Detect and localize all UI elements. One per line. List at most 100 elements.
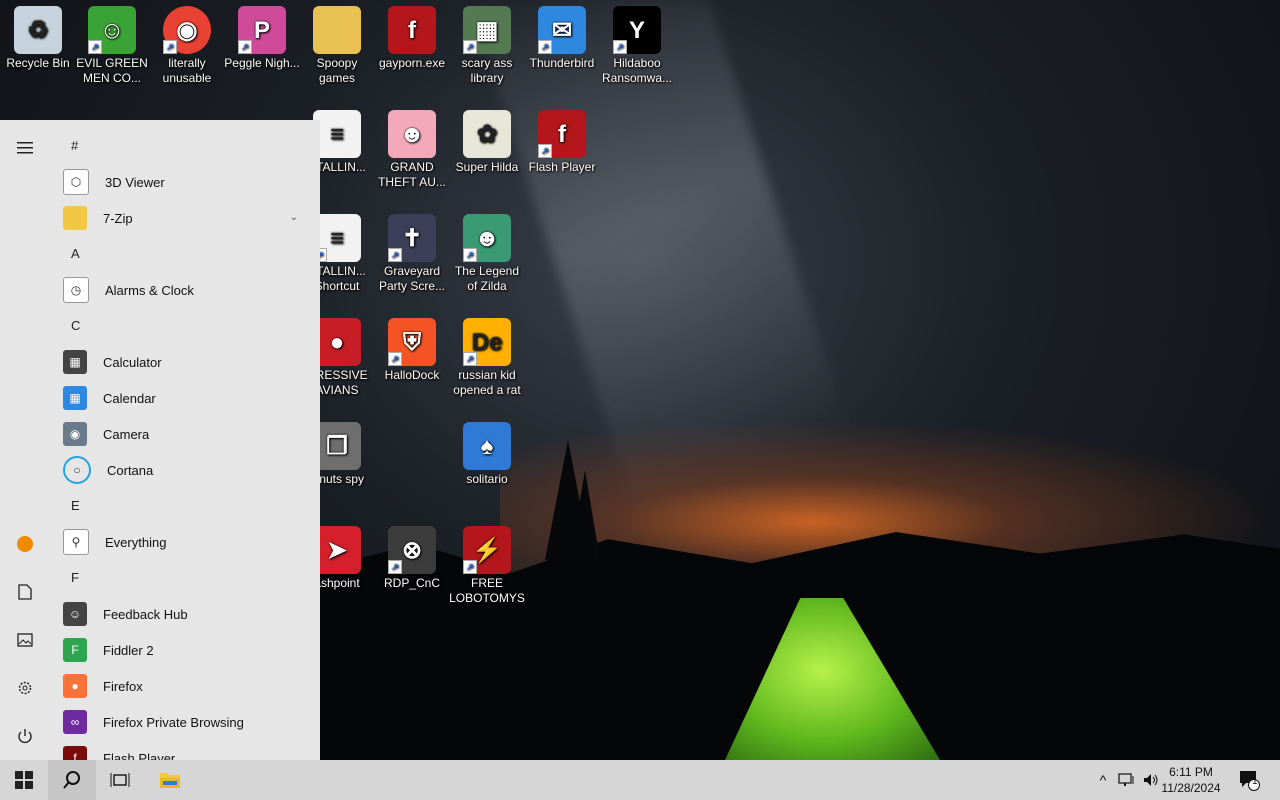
app-list-item[interactable]: ∞ Firefox Private Browsing [56, 704, 320, 740]
firefox-private-icon: ∞ [63, 710, 87, 734]
desktop-icon[interactable]: ♠ solitario [449, 416, 525, 487]
app-list-item[interactable]: ⚲ Everything [56, 524, 320, 560]
desktop-icon[interactable]: ♻ Recycle Bin [0, 0, 76, 71]
desktop-icon-label: Super Hilda [455, 160, 519, 174]
system-clock[interactable]: 6:11 PM 11/28/2024 [1156, 764, 1226, 796]
desktop-icon[interactable]: ✿ Super Hilda [449, 104, 525, 175]
section-letter-c[interactable]: C [56, 308, 320, 344]
desktop-icon[interactable]: Y ↗ Hildaboo Ransomwa... [599, 0, 675, 86]
show-hidden-icons-button[interactable]: ^ [1094, 760, 1112, 800]
shield-icon: ⛨ ↗ [388, 318, 436, 366]
desktop-icon[interactable]: ⚡ ↗ FREE LOBOTOMYS [449, 520, 525, 606]
network-icon[interactable] [1116, 760, 1138, 800]
text-file-icon: ≡↗ [313, 214, 361, 262]
pictures-icon[interactable] [13, 628, 37, 652]
desktop-icon[interactable]: De ↗ russian kid opened a rat [449, 312, 525, 398]
desktop-icon[interactable]: ☻ ↗ The Legend of Zilda [449, 208, 525, 294]
angry-bird-icon: ● [313, 318, 361, 366]
file-explorer-button[interactable] [146, 760, 194, 800]
shortcut-arrow-icon: ↗ [538, 144, 552, 158]
start-app-list: # ⬡ 3D Viewer 7-Zip ⌄ A ◷ Alarms & Clock C ▦ Calcu… [56, 128, 320, 760]
chevron-down-icon[interactable]: ⌄ [290, 212, 298, 223]
app-label: Firefox [103, 678, 143, 694]
calendar-icon: ▦ [63, 386, 87, 410]
desktop-icon[interactable]: ◉ ↗ literally unusable [149, 0, 225, 86]
desktop-icon-label: RDP_CnC [383, 576, 440, 590]
peggle-icon: P ↗ [238, 6, 286, 54]
flash-icon: f [63, 746, 87, 760]
pixel-cat-icon: ✿ [463, 110, 511, 158]
app-list-item[interactable]: ☺ Feedback Hub [56, 596, 320, 632]
desktop-icon[interactable]: ▦ ↗ scary ass library [449, 0, 525, 86]
hamburger-menu-icon[interactable] [13, 136, 37, 160]
app-list-item[interactable]: ▦ Calculator [56, 344, 320, 380]
app-list-item[interactable]: F Fiddler 2 [56, 632, 320, 668]
clock-icon: ◷ [63, 277, 89, 303]
shortcut-arrow-icon: ↗ [388, 560, 402, 574]
app-list-item[interactable]: ⬡ 3D Viewer [56, 164, 320, 200]
app-list-item[interactable]: 7-Zip ⌄ [56, 200, 320, 236]
task-view-button[interactable] [96, 760, 144, 800]
app-label: Camera [103, 426, 150, 442]
cube-icon: ⬡ [63, 169, 89, 195]
section-letter-hash[interactable]: # [56, 128, 320, 164]
app-list-item[interactable]: ● Firefox [56, 668, 320, 704]
app-list-item[interactable]: ○ Cortana [56, 452, 320, 488]
power-icon[interactable] [13, 724, 37, 748]
app-list-item[interactable]: ▦ Calendar [56, 380, 320, 416]
start-button[interactable] [0, 760, 48, 800]
task-view-icon [110, 773, 130, 787]
desktop-icon-label: scary ass library [461, 56, 513, 85]
clock-time: 6:11 PM [1169, 765, 1213, 779]
anime-girl-icon: ☻ [388, 110, 436, 158]
desktop-icon[interactable]: f gayporn.exe [374, 0, 450, 71]
desktop-icon[interactable]: ☻ GRAND THEFT AU... [374, 104, 450, 190]
app-label: Cortana [107, 462, 154, 478]
desktop-icon-label: The Legend of Zilda [454, 264, 520, 293]
settings-icon[interactable] [13, 676, 37, 700]
shortcut-arrow-icon: ↗ [613, 40, 627, 54]
shortcut-arrow-icon: ↗ [238, 40, 252, 54]
fiddler-icon: F [63, 638, 87, 662]
everything-search-icon: ⚲ [63, 529, 89, 555]
thunderbird-icon: ✉ ↗ [538, 6, 586, 54]
firefox-icon: ● [63, 674, 87, 698]
taskbar: ^ 6:11 PM 11/28/2024 1 [0, 760, 1280, 800]
section-letter-e[interactable]: E [56, 488, 320, 524]
desktop-icon[interactable]: P ↗ Peggle Nigh... [224, 0, 300, 71]
app-list-item[interactable]: f Flash Player [56, 740, 320, 760]
lobotomy-icon: ⚡ ↗ [463, 526, 511, 574]
desktop-icon[interactable]: ⛨ ↗ HalloDock [374, 312, 450, 383]
app-list-item[interactable]: ◉ Camera [56, 416, 320, 452]
folder-icon [63, 206, 87, 230]
action-center-button[interactable]: 1 [1232, 760, 1266, 800]
desktop-icon-label: Thunderbird [529, 56, 595, 70]
desktop-icon[interactable]: ✉ ↗ Thunderbird [524, 0, 600, 71]
section-letter-f[interactable]: F [56, 560, 320, 596]
desktop-icon[interactable]: Spoopy games [299, 0, 375, 86]
app-label: Flash Player [103, 750, 176, 761]
section-letter-a[interactable]: A [56, 236, 320, 272]
documents-icon[interactable] [13, 580, 37, 604]
desktop-icon[interactable]: ⊗ ↗ RDP_CnC [374, 520, 450, 591]
shortcut-arrow-icon: ↗ [463, 352, 477, 366]
shortcut-arrow-icon: ↗ [538, 40, 552, 54]
desktop-icon[interactable]: f ↗ Flash Player [524, 104, 600, 175]
app-label: Alarms & Clock [105, 282, 194, 298]
notification-count: 1 [1252, 776, 1258, 787]
app-label: Everything [105, 534, 167, 550]
user-avatar-icon[interactable] [13, 532, 37, 556]
library-icon: ▦ ↗ [463, 6, 511, 54]
search-button[interactable] [48, 760, 96, 800]
desktop-icon-label: Flash Player [528, 160, 596, 174]
desktop-icon-label: Graveyard Party Scre... [378, 264, 446, 293]
desktop-icon-label: solitario [466, 472, 508, 486]
graveyard-icon: ✝ ↗ [388, 214, 436, 262]
desktop-icon[interactable]: ✝ ↗ Graveyard Party Scre... [374, 208, 450, 294]
desktop-icon-label: Recycle Bin [6, 56, 70, 70]
cortana-icon: ○ [63, 456, 91, 484]
desktop-icon[interactable]: ☺ ↗ EVIL GREEN MEN CO... [74, 0, 150, 86]
recycle-bin-icon: ♻ [14, 6, 62, 54]
windows-logo-icon [15, 771, 33, 789]
app-list-item[interactable]: ◷ Alarms & Clock [56, 272, 320, 308]
